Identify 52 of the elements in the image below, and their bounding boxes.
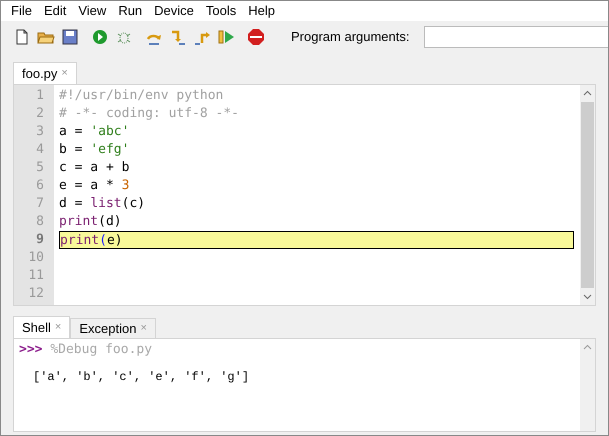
code-line: print(e) [60,233,123,248]
tab[interactable]: foo.py × [13,62,77,84]
scroll-up-icon[interactable] [583,343,592,352]
code-line: e = a * 3 [59,178,130,193]
line-number: 6 [35,177,45,195]
stop-icon[interactable] [247,28,265,46]
save-icon[interactable] [61,28,79,46]
shell-prompt: >>> [19,342,42,357]
line-number: 10 [27,249,45,267]
menu-item[interactable]: Edit [38,1,72,21]
code-line: # -*- coding: utf-8 -*- [59,106,240,121]
step-into-icon[interactable] [169,28,187,46]
line-number: 9 [35,231,45,249]
tab-label: Shell [22,318,51,337]
program-arguments-field[interactable] [424,26,608,48]
resume-icon[interactable] [217,28,235,46]
line-number: 3 [35,123,45,141]
tab[interactable]: Shell × [13,316,70,338]
line-number: 2 [35,105,45,123]
scrollbar[interactable] [580,85,595,305]
code-line: #!/usr/bin/env python [59,88,224,103]
menu-item[interactable]: Help [242,1,282,21]
code-line: c = a + b [59,160,130,175]
scrollbar-thumb[interactable] [581,102,594,288]
line-number: 11 [27,267,45,285]
code-line: d = list(c) [59,196,146,211]
menu-item[interactable]: File [5,1,38,21]
code-line: b = 'efg' [59,142,130,157]
run-icon[interactable] [91,28,109,46]
line-number: 4 [35,141,45,159]
menu-item[interactable]: Tools [200,1,242,21]
shell-output: ['a', 'b', 'c', 'e', 'f', 'g'] [33,369,250,386]
program-arguments-label: Program arguments: [291,28,410,46]
tab-label: foo.py [22,64,58,83]
scrollbar[interactable] [580,339,595,431]
code-editor[interactable]: 1 2 3 4 5 6 7 8 9 10 11 12 #!/usr/bin/env python # -*- coding: utf-8 -*- a = 'abc' b = 'efg' c = a + b e = a * 3 d = list(c) print(d) print(e) [13,84,596,306]
line-number: 12 [27,285,45,303]
shell-panel[interactable]: >>> %Debug foo.py ['a', 'b', 'c', 'e', 'f', 'g'] [13,338,596,432]
code-line: a = 'abc' [59,124,130,139]
menu-item[interactable]: View [72,1,112,21]
tab-label: Exception [79,320,136,338]
menu-item[interactable]: Run [112,1,148,21]
scroll-up-icon[interactable] [583,89,592,98]
line-number: 1 [35,87,45,105]
line-number: 5 [35,159,45,177]
line-number: 7 [35,195,45,213]
menu-item[interactable]: Device [148,1,200,21]
shell-command: %Debug foo.py [50,342,152,357]
tab[interactable]: Exception × [70,318,156,338]
code-line: print(d) [59,214,122,229]
scroll-down-icon[interactable] [583,292,592,301]
line-number: 8 [35,213,45,231]
